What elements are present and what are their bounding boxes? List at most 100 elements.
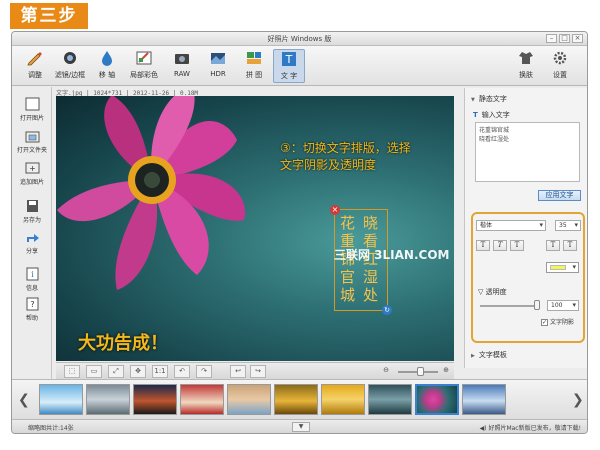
step-badge: 第三步 bbox=[10, 3, 88, 29]
apply-text-button[interactable]: 应用文字 bbox=[538, 190, 581, 201]
zoom-slider[interactable] bbox=[417, 367, 424, 376]
font-size-select[interactable]: 35 bbox=[555, 220, 581, 231]
thumbnail[interactable] bbox=[39, 384, 83, 415]
fit-button[interactable]: ▭ bbox=[86, 365, 102, 378]
rotate-left-button[interactable]: ↶ bbox=[174, 365, 190, 378]
sidebar-item-info[interactable]: i 信息 bbox=[12, 267, 52, 292]
thumbnail[interactable] bbox=[133, 384, 177, 415]
sidebar-item-open-folder[interactable]: 打开文件夹 bbox=[12, 129, 52, 154]
zoom-out-icon[interactable]: ⊖ bbox=[378, 365, 394, 378]
thumbnail-selected[interactable] bbox=[415, 384, 459, 415]
font-family-select[interactable]: 楷体 bbox=[476, 220, 546, 231]
info-icon: i bbox=[26, 267, 38, 281]
tool-filter-border[interactable]: 滤镜/边框 bbox=[52, 49, 88, 83]
done-caption: 大功告成！ bbox=[78, 333, 168, 354]
canvas-controls: ⬚ ▭ ⤢ ✥ 1:1 ↶ ↷ ↩ ↪ ⊖ ⊕ bbox=[56, 362, 454, 379]
window-controls: – □ × bbox=[546, 34, 583, 43]
delete-text-button[interactable]: × bbox=[330, 205, 340, 215]
maximize-button[interactable]: □ bbox=[559, 34, 570, 43]
update-notice[interactable]: ◀) 好照片Mac新版已发布，敬请下载! bbox=[480, 423, 581, 432]
add-image-icon: + bbox=[25, 162, 39, 174]
tool-hdr[interactable]: HDR bbox=[202, 49, 234, 83]
text-t-icon: T bbox=[473, 111, 478, 119]
rotate-text-handle[interactable]: ↻ bbox=[382, 305, 392, 315]
step-annotation: ③：切换文字排版，选择 文字阴影及透明度 bbox=[280, 140, 411, 174]
tool-local-color[interactable]: 局部彩色 bbox=[125, 49, 163, 83]
opacity-label: ▽ 透明度 bbox=[478, 288, 507, 296]
right-panel: 静态文字 T输入文字 花重锦官城 晓看红湿处 应用文字 楷体 35 T T T … bbox=[464, 88, 587, 368]
thumbnail-count: 缩略图共计:14张 bbox=[28, 425, 74, 432]
tool-raw[interactable]: RAW bbox=[166, 49, 198, 83]
color-splash-icon bbox=[136, 51, 152, 65]
redo-button[interactable]: ↪ bbox=[250, 365, 266, 378]
svg-text:?: ? bbox=[30, 300, 34, 309]
italic-button[interactable]: T bbox=[493, 240, 507, 251]
window-title: 好照片 Windows 版 bbox=[267, 35, 332, 43]
share-icon bbox=[26, 234, 39, 242]
thumbnail[interactable] bbox=[86, 384, 130, 415]
left-sidebar: 打开图片 打开文件夹 + 追加图片 另存为 分享 i 信息 ? 帮助 bbox=[12, 87, 52, 417]
gear-icon bbox=[553, 51, 567, 65]
bold-button[interactable]: T bbox=[476, 240, 490, 251]
opacity-value-select[interactable]: 100 bbox=[547, 300, 579, 311]
close-button[interactable]: × bbox=[572, 34, 583, 43]
zoom-in-icon[interactable]: ⊕ bbox=[438, 365, 454, 378]
opacity-track bbox=[480, 305, 538, 307]
open-folder-icon bbox=[25, 131, 39, 143]
vertical-layout-button[interactable]: T bbox=[563, 240, 577, 251]
collage-icon bbox=[247, 52, 261, 64]
thumbnail[interactable] bbox=[274, 384, 318, 415]
tool-text[interactable]: T 文 字 bbox=[273, 49, 305, 83]
tool-skin[interactable]: 换肤 bbox=[510, 49, 542, 83]
checkbox-check-icon: ✓ bbox=[541, 319, 548, 326]
text-template-header[interactable]: 文字模板 bbox=[471, 350, 507, 360]
thumbnail[interactable] bbox=[227, 384, 271, 415]
rotate-right-button[interactable]: ↷ bbox=[196, 365, 212, 378]
expand-button[interactable]: ⤢ bbox=[108, 365, 124, 378]
thumbnail[interactable] bbox=[180, 384, 224, 415]
hdr-icon bbox=[211, 53, 225, 64]
vertical-char: 晓 bbox=[363, 214, 379, 232]
sidebar-item-add-image[interactable]: + 追加图片 bbox=[12, 161, 52, 186]
filmstrip-right-arrow[interactable]: ❯ bbox=[572, 392, 584, 408]
thumbnail[interactable] bbox=[368, 384, 412, 415]
text-input-area[interactable]: 花重锦官城 晓看红湿处 bbox=[475, 122, 580, 182]
site-watermark: 三联网 3LIAN.COM bbox=[334, 248, 450, 262]
photo-canvas[interactable]: ③：切换文字排版，选择 文字阴影及透明度 × 晓看红湿处 花重锦官城 ↻ 三联网… bbox=[56, 96, 454, 361]
tool-settings[interactable]: 设置 bbox=[544, 49, 576, 83]
vertical-char: 城 bbox=[340, 286, 356, 304]
app-window: 好照片 Windows 版 – □ × 调整 滤镜/边框 移 轴 局部彩色 RA… bbox=[11, 31, 588, 434]
opacity-slider[interactable] bbox=[534, 300, 540, 310]
svg-text:i: i bbox=[31, 270, 34, 279]
vertical-char: 花 bbox=[340, 214, 356, 232]
annotation-line-2: 文字阴影及透明度 bbox=[280, 158, 377, 172]
static-text-header[interactable]: 静态文字 bbox=[471, 94, 507, 104]
undo-button[interactable]: ↩ bbox=[230, 365, 246, 378]
thumbnail[interactable] bbox=[462, 384, 506, 415]
svg-text:+: + bbox=[29, 164, 36, 173]
underline-button[interactable]: T bbox=[510, 240, 524, 251]
sidebar-item-help[interactable]: ? 帮助 bbox=[12, 297, 52, 322]
status-bar: 缩略图共计:14张 ▼ ◀) 好照片Mac新版已发布，敬请下载! bbox=[12, 419, 587, 433]
tool-tilt-shift[interactable]: 移 轴 bbox=[91, 49, 123, 83]
tilt-shift-icon bbox=[102, 51, 112, 66]
sidebar-item-save-as[interactable]: 另存为 bbox=[12, 199, 52, 224]
center-button[interactable]: ✥ bbox=[130, 365, 146, 378]
text-color-picker[interactable] bbox=[546, 262, 579, 273]
one-to-one-button[interactable]: 1:1 bbox=[152, 365, 168, 378]
thumbnail[interactable] bbox=[321, 384, 365, 415]
text-shadow-checkbox[interactable]: ✓ 文字阴影 bbox=[541, 317, 574, 326]
tool-collage[interactable]: 拼 图 bbox=[238, 49, 270, 83]
tool-adjust[interactable]: 调整 bbox=[19, 49, 51, 83]
collapse-filmstrip-button[interactable]: ▼ bbox=[292, 422, 310, 432]
save-as-icon bbox=[26, 200, 38, 212]
horizontal-layout-button[interactable]: T bbox=[546, 240, 560, 251]
sidebar-item-open-image[interactable]: 打开图片 bbox=[12, 97, 52, 122]
vertical-char: 处 bbox=[363, 286, 379, 304]
crop-button[interactable]: ⬚ bbox=[64, 365, 80, 378]
filmstrip-left-arrow[interactable]: ❮ bbox=[18, 392, 30, 408]
minimize-button[interactable]: – bbox=[546, 34, 557, 43]
sidebar-item-share[interactable]: 分享 bbox=[12, 230, 52, 255]
main-toolbar: 调整 滤镜/边框 移 轴 局部彩色 RAW HDR 拼 图 T 文 字 换肤 设… bbox=[12, 46, 587, 86]
thumbnail-strip: ❮ ❯ bbox=[12, 379, 587, 419]
